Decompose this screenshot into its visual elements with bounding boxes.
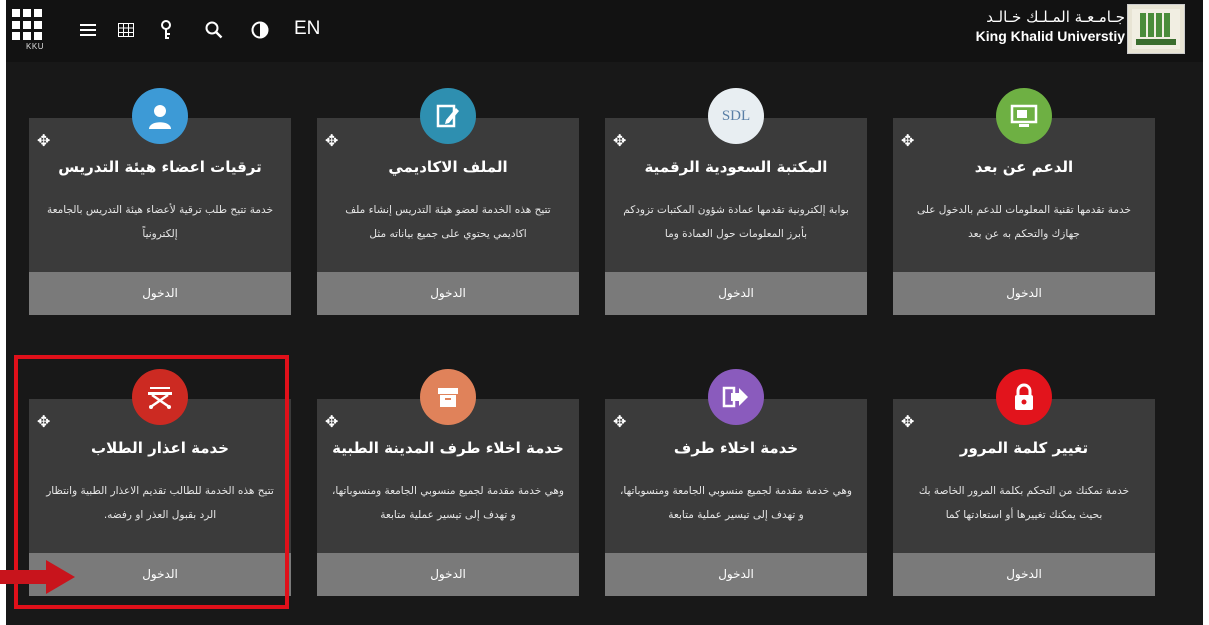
card-description: وهي خدمة مقدمة لجميع منسوبي الجامعة ومنس… [620,485,852,521]
move-icon[interactable]: ✥ [901,131,914,150]
move-icon[interactable]: ✥ [325,131,338,150]
university-logo [1127,4,1185,54]
sdl-logo-text: SDL [721,107,751,124]
card-description: وهي خدمة مقدمة لجميع منسوبي الجامعة ومنس… [332,485,564,521]
language-toggle[interactable]: EN [294,18,320,40]
sdl-logo-icon: SDL [708,88,764,144]
service-card-saudi-digital-library[interactable]: ✥ المكتبة السعودية الرقمية بوابة إلكترون… [605,118,867,315]
card-title: تغيير كلمة المرور [959,439,1089,457]
exit-icon [708,369,764,425]
move-icon[interactable]: ✥ [613,131,626,150]
enter-button[interactable]: الدخول [317,553,579,596]
remote-support-icon [996,88,1052,144]
enter-button[interactable]: الدخول [605,553,867,596]
card-description: بوابة إلكترونية تقدمها عمادة شؤون المكتب… [623,204,849,240]
contrast-icon[interactable] [248,18,272,42]
enter-button[interactable]: الدخول [29,272,291,315]
card-title: خدمة اخلاء طرف المدينة الطبية [332,439,564,457]
university-name: جـامـعـة المـلـك خـالـد King Khalid Univ… [976,8,1125,44]
search-icon[interactable] [202,18,226,42]
edit-document-icon [420,88,476,144]
card-description: تتيح هذه الخدمة لعضو هيئة التدريس إنشاء … [345,204,551,240]
pointer-arrow-icon [0,560,75,594]
apps-grid-icon [12,9,44,41]
enter-button[interactable]: الدخول [605,272,867,315]
top-bar: KKU EN جـامـعـة المـلـك خـالـد King Khal… [6,0,1203,62]
service-card-faculty-promotion[interactable]: ✥ ترقيات اعضاء هيئة التدريس خدمة تتيح طل… [29,118,291,315]
key-icon[interactable] [154,18,178,42]
card-description: خدمة تتيح طلب ترقية لأعضاء هيئة التدريس … [46,204,274,240]
university-name-ar: جـامـعـة المـلـك خـالـد [986,8,1125,26]
enter-button[interactable]: الدخول [317,272,579,315]
kku-apps-logo[interactable]: KKU [12,9,44,51]
card-title: خدمة اخلاء طرف [673,439,799,457]
enter-button[interactable]: الدخول [893,272,1155,315]
enter-button[interactable]: الدخول [893,553,1155,596]
card-description: خدمة تقدمها تقنية المعلومات للدعم بالدخو… [916,204,1132,240]
university-name-en: King Khalid Universtiy [975,28,1125,44]
service-card-clearance[interactable]: ✥ خدمة اخلاء طرف وهي خدمة مقدمة لجميع من… [605,399,867,596]
card-title: ترقيات اعضاء هيئة التدريس [58,158,262,176]
lock-icon [996,369,1052,425]
kku-logo-text: KKU [26,42,44,51]
grid-icon[interactable] [114,18,138,42]
move-icon[interactable]: ✥ [325,412,338,431]
card-description: خدمة تمكنك من التحكم بكلمة المرور الخاصة… [918,485,1130,521]
move-icon[interactable]: ✥ [37,131,50,150]
move-icon[interactable]: ✥ [901,412,914,431]
card-title: الملف الاكاديمي [388,158,508,176]
service-card-medical-city-clearance[interactable]: ✥ خدمة اخلاء طرف المدينة الطبية وهي خدمة… [317,399,579,596]
faculty-icon [132,88,188,144]
service-card-academic-profile[interactable]: ✥ الملف الاكاديمي تتيح هذه الخدمة لعضو ه… [317,118,579,315]
menu-icon[interactable] [76,18,100,42]
archive-icon [420,369,476,425]
service-card-remote-support[interactable]: ✥ الدعم عن بعد خدمة تقدمها تقنية المعلوم… [893,118,1155,315]
move-icon[interactable]: ✥ [613,412,626,431]
service-card-change-password[interactable]: ✥ تغيير كلمة المرور خدمة تمكنك من التحكم… [893,399,1155,596]
card-title: المكتبة السعودية الرقمية [644,158,828,176]
card-title: الدعم عن بعد [974,158,1074,176]
